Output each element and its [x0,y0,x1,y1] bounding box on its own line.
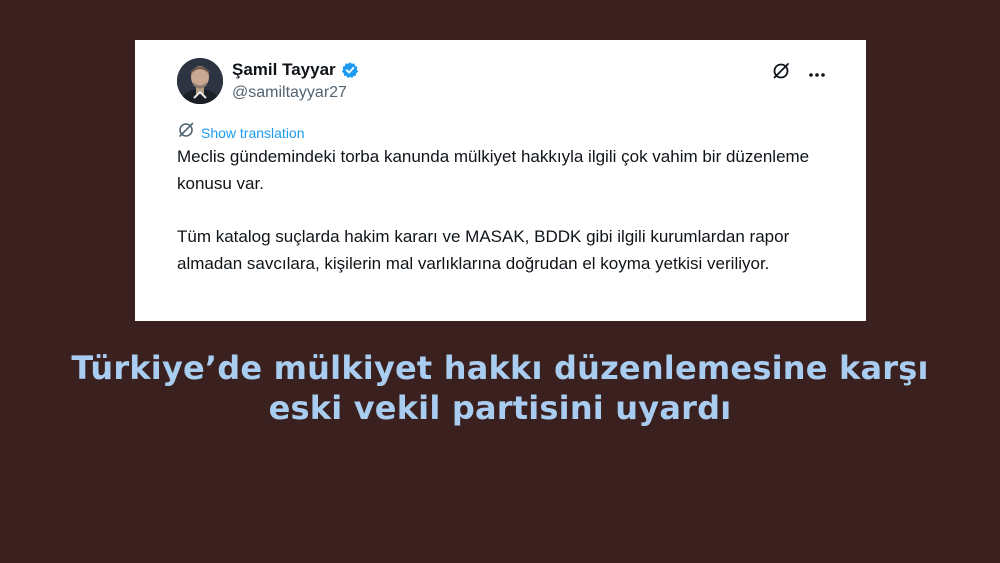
tweet-paragraph: Meclis gündemindeki torba kanunda mülkiy… [177,147,810,193]
avatar-portrait [177,58,223,104]
author-handle[interactable]: @samiltayyar27 [232,84,347,102]
show-translation-label: Show translation [201,124,305,141]
tweet-actions [772,62,826,85]
author-row: Şamil Tayyar [232,60,359,80]
avatar[interactable] [177,58,223,104]
tweet-card: Şamil Tayyar @samiltayyar27 Show transla… [135,40,866,321]
headline-line: eski vekil partisini uyardı [268,389,732,427]
headline: Türkiye’de mülkiyet hakkı düzenlemesine … [0,348,1000,428]
grok-icon[interactable] [772,62,790,85]
headline-line: Türkiye’de mülkiyet hakkı düzenlemesine … [71,349,929,387]
verified-badge-icon [341,61,359,79]
author-name[interactable]: Şamil Tayyar [232,60,336,80]
more-icon[interactable] [808,65,826,83]
show-translation-link[interactable]: Show translation [177,121,305,144]
translate-icon [177,121,195,144]
tweet-paragraph: Tüm katalog suçlarda hakim kararı ve MAS… [177,227,790,273]
tweet-text: Meclis gündemindeki torba kanunda mülkiy… [177,143,837,277]
